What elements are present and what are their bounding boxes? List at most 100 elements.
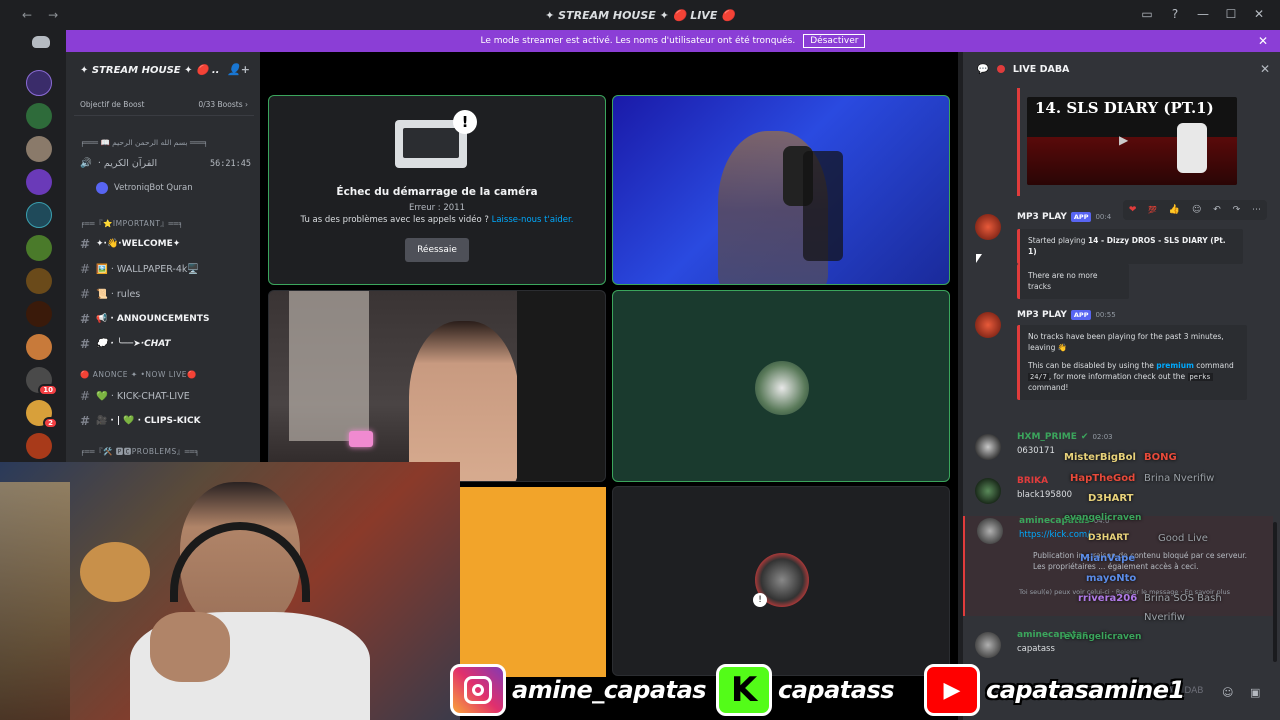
message-text: capatass — [1017, 644, 1055, 654]
music-embed: Started playing 14 - Dizzy DROS - SLS DI… — [1017, 229, 1243, 264]
boost-label: Objectif de Boost — [80, 100, 145, 109]
participant-avatar-tile[interactable] — [612, 290, 950, 482]
server-icon[interactable]: 10 — [26, 367, 58, 396]
chat-close-icon[interactable]: ✕ — [1260, 62, 1270, 76]
overlay-username: evangelicraven — [1064, 632, 1142, 642]
text-channel[interactable]: # 💚 · KICK-CHAT-LIVE — [80, 389, 190, 403]
plush-toy — [80, 542, 150, 602]
overlay-username: D3HART — [1088, 493, 1134, 504]
participant-avatar-tile[interactable]: ! — [612, 486, 950, 676]
server-header[interactable]: ✦ STREAM HOUSE ✦ 🔴 .. 👤+ — [66, 52, 260, 88]
text-channel[interactable]: # ✦·👋·WELCOME✦ — [80, 237, 180, 251]
server-icon[interactable] — [26, 433, 52, 459]
door-shape — [289, 291, 369, 441]
server-icon[interactable]: 2 — [26, 400, 58, 429]
participant-video[interactable] — [268, 290, 606, 482]
user-avatar[interactable] — [977, 518, 1003, 544]
user-avatar[interactable] — [975, 632, 1001, 658]
user-avatar[interactable] — [975, 312, 1001, 338]
overlay-username: evangelicraven — [1064, 513, 1142, 523]
inbox-icon[interactable]: ▭ — [1140, 7, 1154, 21]
youtube-handle: capatasamine1 — [986, 676, 1185, 704]
mouse-cursor-icon — [976, 254, 982, 263]
user-avatar[interactable] — [975, 434, 1001, 460]
live-dot-icon — [996, 65, 1005, 73]
retry-button[interactable]: Réessaie — [405, 238, 469, 262]
text-channel[interactable]: # 📜 · rules — [80, 287, 140, 301]
server-icon[interactable] — [26, 268, 52, 294]
banner-text: Le mode streamer est activé. Les noms d'… — [480, 36, 796, 46]
maximize-icon[interactable]: ☐ — [1224, 7, 1238, 21]
disable-streamer-button[interactable]: Désactiver — [803, 34, 866, 48]
blocked-notice: Publication in... raison de contenu bloq… — [1033, 551, 1248, 572]
help-icon[interactable]: ? — [1168, 7, 1182, 21]
user-avatar[interactable] — [975, 478, 1001, 504]
text-channel[interactable]: # 🎥 · | 💚 · CLIPS-KICK — [80, 414, 201, 428]
camera-error-code: Erreur : 2011 — [408, 203, 466, 213]
text-channel[interactable]: # 🖼️ · WALLPAPER-4k🖥️ — [80, 262, 199, 276]
camera-broken-icon: ! — [395, 110, 477, 168]
voice-channel[interactable]: 🔊 · القرآن الكريم 56:21:45 — [80, 158, 251, 169]
server-icon[interactable] — [26, 169, 52, 195]
server-icon[interactable] — [26, 202, 52, 228]
discord-home-icon[interactable] — [14, 30, 66, 56]
emoji-picker-icon[interactable]: ☺ — [1222, 686, 1233, 699]
overlay-username: D3HART — [1088, 533, 1129, 543]
microphone-shape — [349, 431, 373, 447]
overlay-username: BONG — [1144, 452, 1177, 463]
timestamp: 00:55 — [1095, 311, 1116, 319]
message-link[interactable]: https://kick.com/... — [1019, 530, 1098, 540]
chat-header: 💬 LIVE DABA ✕ — [963, 52, 1280, 86]
orange-panel — [460, 487, 606, 677]
banner-close-icon[interactable]: ✕ — [1258, 34, 1268, 48]
member-avatar — [96, 182, 108, 194]
minimize-icon[interactable]: — — [1196, 7, 1210, 21]
bot-embed: No tracks have been playing for the past… — [1017, 325, 1247, 400]
gif-icon[interactable]: ▣ — [1250, 686, 1260, 699]
participant-video[interactable] — [612, 95, 950, 285]
server-icon[interactable] — [26, 103, 52, 129]
play-icon[interactable]: ▶ — [1119, 133, 1128, 147]
hash-icon: # — [80, 337, 91, 351]
speaker-icon: 🔊 — [80, 158, 92, 169]
chat-scrollbar[interactable] — [1273, 522, 1277, 662]
social-instagram: amine_capatas — [450, 664, 707, 716]
window-title: ✦ STREAM HOUSE ✦ 🔴 LIVE 🔴 — [545, 9, 735, 22]
text-channel[interactable]: # 📢 · ANNOUNCEMENTS — [80, 312, 209, 326]
server-icon[interactable] — [26, 301, 52, 327]
server-icon[interactable] — [26, 136, 52, 162]
server-name: ✦ STREAM HOUSE ✦ 🔴 .. — [80, 64, 220, 76]
overlay-username: rrivera206 — [1078, 593, 1138, 604]
user-avatar[interactable] — [975, 214, 1001, 240]
channel-category[interactable]: ╒══『🛠️ 🅿🅲PROBLEMS』══╕ — [80, 446, 200, 457]
close-icon[interactable]: ✕ — [1252, 7, 1266, 21]
chat-panel: 💬 LIVE DABA ✕ 14. SLS DIARY (PT.1) ▶ ❤ 💯… — [963, 52, 1280, 720]
server-icon[interactable] — [26, 334, 52, 360]
channel-category[interactable]: ╒══『⭐IMPORTANT』══╕ — [80, 218, 184, 229]
overlay-username: Good Live — [1158, 533, 1208, 544]
camera-error-help: Tu as des problèmes avec les appels vidé… — [300, 215, 574, 225]
server-icon[interactable] — [26, 235, 52, 261]
music-embed: There are no more tracks — [1017, 264, 1129, 299]
channel-category[interactable]: ╒═══ 📖 بسم الله الرحمن الرحيم ═══╕ — [80, 138, 208, 147]
server-icon[interactable] — [26, 70, 52, 96]
boost-goal[interactable]: Objectif de Boost 0/33 Boosts › — [74, 94, 254, 116]
message-author[interactable]: MP3 PLAY APP 00:55 — [1017, 310, 1116, 320]
help-link[interactable]: Laisse-nous t'aider. — [492, 215, 574, 225]
channel-category[interactable]: 🔴 ANONCE ✦ •NOW LIVE🔴 — [80, 370, 197, 379]
message-author[interactable]: HXM_PRIME ✔ 02:03 — [1017, 432, 1113, 442]
overlay-username: Nverifiw — [1144, 612, 1185, 623]
message-author[interactable]: BRIKA — [1017, 476, 1048, 486]
chat-title: LIVE DABA — [1012, 63, 1070, 75]
text-channel[interactable]: # 💭 · ╰──➤·CHAT — [80, 337, 171, 351]
overlay-username: Brina SOS Bash — [1144, 593, 1222, 604]
video-thumbnail[interactable]: 14. SLS DIARY (PT.1) ▶ — [1027, 97, 1237, 185]
server-rail: 10 2 — [14, 30, 66, 470]
hash-icon: # — [80, 287, 91, 301]
wall-poster — [0, 482, 70, 720]
invite-user-icon[interactable]: 👤+ — [227, 63, 250, 76]
window-controls: ▭ ? — ☐ ✕ — [1140, 7, 1266, 21]
black-edge — [517, 291, 605, 481]
message-author[interactable]: MP3 PLAY APP 00:4 — [1017, 212, 1111, 222]
voice-member[interactable]: VetroniqBot Quran — [96, 182, 193, 194]
